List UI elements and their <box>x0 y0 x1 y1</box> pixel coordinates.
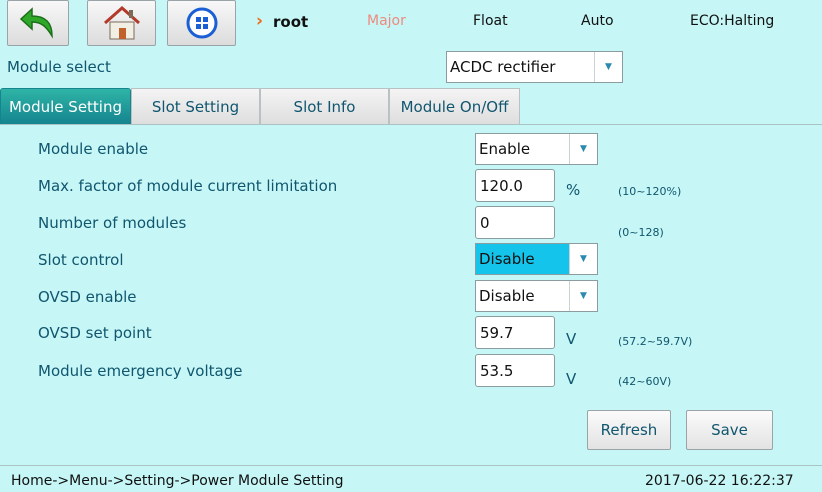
module-enable-value: Enable <box>479 140 531 158</box>
emergency-voltage-range: (42~60V) <box>618 375 672 388</box>
refresh-button[interactable]: Refresh <box>587 410 671 450</box>
module-select-dropdown[interactable]: ACDC rectifier ▼ <box>446 51 623 83</box>
chevron-down-icon: ▼ <box>569 281 597 311</box>
save-button[interactable]: Save <box>686 410 773 450</box>
home-icon <box>103 5 140 40</box>
chevron-down-icon: ▼ <box>569 244 597 274</box>
ovsd-setpoint-range: (57.2~59.7V) <box>618 335 693 348</box>
num-modules-input[interactable]: 0 <box>475 206 555 239</box>
tab-module-setting[interactable]: Module Setting <box>0 88 131 124</box>
chevron-right-icon: › <box>256 11 264 31</box>
module-select-value: ACDC rectifier <box>450 58 556 76</box>
menu-grid-icon <box>186 7 217 39</box>
current-limit-unit: % <box>566 181 581 199</box>
module-select-label: Module select <box>7 58 111 76</box>
top-bar: › root Major Float Auto ECO:Halting <box>0 0 822 48</box>
menu-button[interactable] <box>167 0 236 46</box>
chevron-down-icon: ▼ <box>569 134 597 164</box>
tab-module-on-off[interactable]: Module On/Off <box>389 88 520 124</box>
emergency-voltage-label: Module emergency voltage <box>38 362 243 380</box>
ovsd-setpoint-label: OVSD set point <box>38 324 152 342</box>
control-mode-status: Auto <box>581 13 614 29</box>
module-enable-dropdown[interactable]: Enable ▼ <box>475 133 598 165</box>
ovsd-enable-dropdown[interactable]: Disable ▼ <box>475 280 598 312</box>
tab-slot-setting[interactable]: Slot Setting <box>131 88 260 124</box>
slot-control-value: Disable <box>479 250 535 268</box>
current-limit-label: Max. factor of module current limitation <box>38 177 338 195</box>
back-button[interactable] <box>7 0 69 46</box>
emergency-voltage-input[interactable]: 53.5 <box>475 354 555 387</box>
alarm-level-status[interactable]: Major <box>367 13 406 29</box>
breadcrumb: Home->Menu->Setting->Power Module Settin… <box>11 473 344 489</box>
emergency-voltage-unit: V <box>566 370 577 388</box>
num-modules-label: Number of modules <box>38 214 187 232</box>
chevron-down-icon: ▼ <box>594 52 622 82</box>
charge-mode-status: Float <box>473 13 508 29</box>
current-limit-range: (10~120%) <box>618 185 682 198</box>
home-button[interactable] <box>87 0 156 46</box>
datetime: 2017-06-22 16:22:37 <box>645 473 794 489</box>
ovsd-setpoint-unit: V <box>566 330 577 348</box>
slot-control-label: Slot control <box>38 251 124 269</box>
num-modules-range: (0~128) <box>618 226 664 239</box>
slot-control-dropdown[interactable]: Disable ▼ <box>475 243 598 275</box>
eco-status: ECO:Halting <box>690 13 775 29</box>
user-label: root <box>273 13 309 31</box>
tab-slot-info[interactable]: Slot Info <box>260 88 389 124</box>
current-limit-input[interactable]: 120.0 <box>475 169 555 202</box>
back-arrow-icon <box>19 7 53 39</box>
ovsd-enable-value: Disable <box>479 287 535 305</box>
ovsd-enable-label: OVSD enable <box>38 288 137 306</box>
ovsd-setpoint-input[interactable]: 59.7 <box>475 316 555 349</box>
module-enable-label: Module enable <box>38 140 149 158</box>
